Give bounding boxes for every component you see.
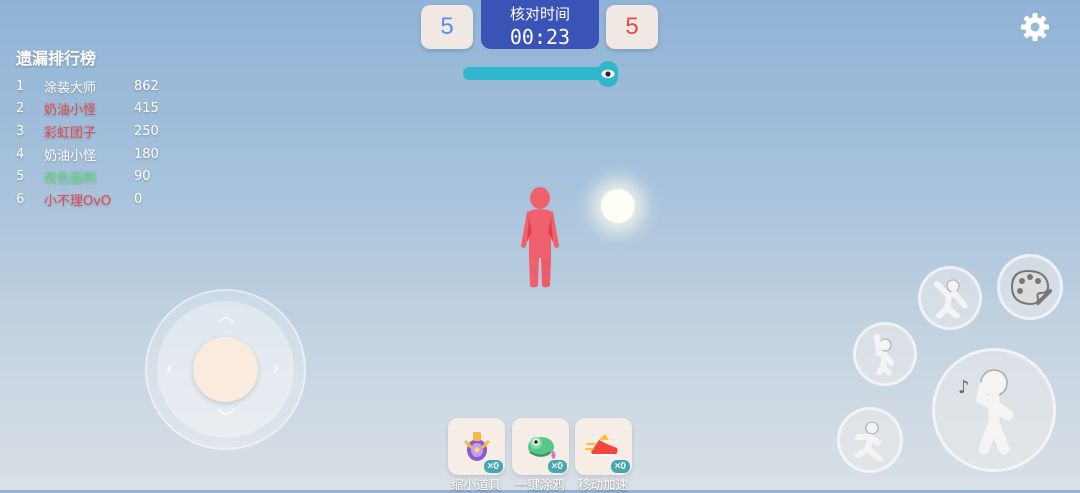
leaderboard-rank: 2 <box>16 101 25 117</box>
run-pose-icon <box>855 421 883 461</box>
sun <box>601 189 635 223</box>
leaderboard-title: 遗漏排行榜 <box>16 49 97 68</box>
leaderboard-name: 夜色画刷 <box>44 171 97 187</box>
timer-panel: 核对时间 00:23 <box>481 0 599 49</box>
leaderboard-row: 3 彩虹团子 250 <box>16 120 174 143</box>
dance-pose-icon <box>934 279 968 318</box>
joystick-knob[interactable] <box>193 337 258 402</box>
chevron-right-icon: › <box>272 358 280 379</box>
gear-icon[interactable] <box>1019 11 1051 43</box>
paint-palette-button[interactable] <box>997 254 1063 320</box>
chevron-up-icon: ︿ <box>217 306 235 327</box>
blue-team-score: 5 <box>421 5 473 49</box>
timer-value: 00:23 <box>509 25 571 49</box>
leaderboard-name: 小不理OvO <box>44 193 112 209</box>
leaderboard-rank: 1 <box>16 78 25 94</box>
leaderboard-row: 6 小不理OvO 0 <box>16 188 174 211</box>
leaderboard-name: 奶油小怪 <box>44 148 97 164</box>
leaderboard-rank: 3 <box>16 123 25 139</box>
leaderboard-rank: 6 <box>16 191 25 207</box>
red-team-score: 5 <box>606 5 658 49</box>
dance-action-button[interactable] <box>918 266 982 330</box>
leaderboard-row: 4 奶油小怪 180 <box>16 143 174 166</box>
eye-icon <box>598 61 618 87</box>
leaderboard-rank: 4 <box>16 146 25 162</box>
leaderboard-score: 0 <box>134 191 143 207</box>
sing-action-button[interactable]: ♪ <box>932 348 1056 472</box>
leaderboard-rank: 5 <box>16 169 25 185</box>
item-count: ×0 <box>610 460 630 473</box>
leaderboard-score: 90 <box>134 169 151 185</box>
item-label-speed: 移动加速 <box>577 477 628 492</box>
wave-pose-icon <box>874 334 894 375</box>
item-slot-shrink[interactable]: ×0 <box>448 418 505 475</box>
chevron-down-icon: ﹀ <box>217 408 235 429</box>
leaderboard-score: 862 <box>134 78 159 94</box>
wave-action-button[interactable] <box>853 322 917 386</box>
leaderboard-row: 2 奶油小怪 415 <box>16 98 174 121</box>
item-count: ×0 <box>483 460 503 473</box>
leaderboard-name: 涂装大师 <box>44 80 97 96</box>
speed-shoe-icon <box>585 434 618 456</box>
leaderboard-row: 1 涂装大师 862 <box>16 75 174 98</box>
svg-text:♪: ♪ <box>958 377 970 398</box>
item-slot-speed[interactable]: ×0 <box>575 418 632 475</box>
leaderboard-name: 彩虹团子 <box>44 125 97 141</box>
progress-fill <box>463 67 605 80</box>
chameleon-icon <box>528 437 556 459</box>
item-count: ×0 <box>547 460 567 473</box>
visibility-progress-bar <box>463 67 609 80</box>
player-character <box>521 187 559 288</box>
leaderboard-row: 5 夜色画刷 90 <box>16 165 174 188</box>
timer-label: 核对时间 <box>509 5 570 23</box>
leaderboard-score: 180 <box>134 146 159 162</box>
game-scene: 5 核对时间 00:23 5 遗漏排行榜 1 涂装大师 862 2 奶油小怪 4… <box>0 0 1080 492</box>
shrink-potion-icon <box>464 432 490 461</box>
leaderboard-score: 250 <box>134 123 159 139</box>
sing-pose-icon: ♪ <box>958 369 1014 455</box>
item-slot-graffiti[interactable]: ×0 <box>512 418 569 475</box>
run-action-button[interactable] <box>837 407 903 473</box>
leaderboard-score: 415 <box>134 101 159 117</box>
leaderboard: 遗漏排行榜 1 涂装大师 862 2 奶油小怪 415 3 彩虹团子 250 4 奶油小怪 180 5 夜… <box>16 45 174 211</box>
chevron-left-icon: ‹ <box>166 358 174 379</box>
leaderboard-name: 奶油小怪 <box>44 103 97 119</box>
palette-icon <box>1010 269 1052 306</box>
